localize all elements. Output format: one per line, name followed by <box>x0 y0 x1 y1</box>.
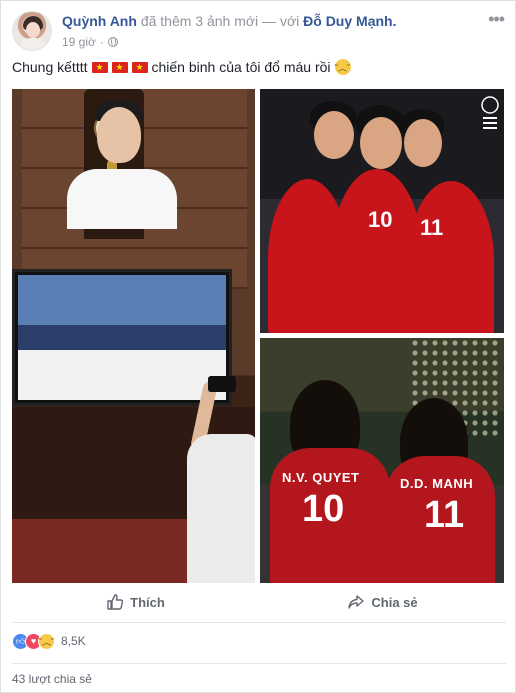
avatar-body <box>19 38 47 50</box>
television <box>12 269 232 406</box>
sad-reaction-icon: ˘︵˘ <box>38 632 55 650</box>
share-label: Chia sẻ <box>371 594 418 610</box>
tagged-user[interactable]: Đỗ Duy Mạnh. <box>303 13 396 29</box>
jersey-number: 11 <box>424 494 465 536</box>
player-right-head <box>404 119 442 167</box>
post-time[interactable]: 19 giờ <box>62 35 96 49</box>
vietnam-flag-icon: ★ <box>131 61 148 73</box>
tv-screen <box>18 275 226 400</box>
avatar-face <box>26 22 40 38</box>
meta-dot: · <box>99 35 104 49</box>
photo-players-celebrating[interactable]: 10 11 <box>260 89 504 333</box>
like-button[interactable]: Thích <box>12 587 259 617</box>
viewer <box>187 434 255 583</box>
reaction-count: 8,5K <box>61 634 86 648</box>
viewer-phone <box>208 376 236 392</box>
more-icon[interactable]: ••• <box>488 9 505 30</box>
divider <box>12 663 506 664</box>
photo-fans-jerseys[interactable]: N.V. QUYET 10 D.D. MANH 11 <box>260 338 504 583</box>
divider <box>12 622 506 623</box>
share-count[interactable]: 43 lượt chia sẻ <box>12 672 92 686</box>
action-bar: Thích Chia sẻ <box>12 587 506 617</box>
photo-tv-room[interactable] <box>12 89 255 583</box>
post-meta: 19 giờ · <box>62 35 118 49</box>
sad-emoji-icon: ˘︵˘ <box>334 59 351 75</box>
post-card: Quỳnh Anh đã thêm 3 ảnh mới — với Đỗ Duy… <box>0 0 516 693</box>
tv-player-face <box>97 107 141 163</box>
vietnam-flag-icon: ★ <box>111 61 128 73</box>
share-button[interactable]: Chia sẻ <box>259 587 506 617</box>
status-prefix: Chung kếtttt <box>12 59 88 75</box>
avatar[interactable] <box>12 11 52 51</box>
player-right <box>408 181 494 333</box>
post-status: Chung kếtttt ★ ★ ★ chiến binh của tôi đổ… <box>12 59 351 75</box>
jersey-number: 10 <box>302 488 345 530</box>
share-arrow-icon <box>348 595 365 609</box>
jersey-name: D.D. MANH <box>400 476 474 491</box>
like-label: Thích <box>130 594 165 610</box>
tournament-logo <box>480 95 500 139</box>
status-suffix: chiến binh của tôi đổ máu rồi <box>151 59 331 75</box>
reactions-summary[interactable]: 👍︎ ♥ ˘︵˘ 8,5K <box>12 631 86 651</box>
player-middle-head <box>360 117 402 169</box>
vietnam-flag-icon: ★ <box>91 61 108 73</box>
globe-icon[interactable] <box>107 37 118 47</box>
tv-player-shirt <box>67 169 177 229</box>
author-name[interactable]: Quỳnh Anh <box>62 13 137 29</box>
jersey-number: 11 <box>420 215 444 240</box>
jersey-number: 10 <box>368 207 393 232</box>
player-left-head <box>314 111 354 159</box>
tournament-logo-icon <box>481 96 499 129</box>
post-header: Quỳnh Anh đã thêm 3 ảnh mới — với Đỗ Duy… <box>12 9 506 53</box>
thumbs-up-icon <box>107 594 124 610</box>
action-text: đã thêm 3 ảnh mới — với <box>140 13 300 29</box>
photo-grid: 10 11 N.V. QUYET 10 D.D. MANH 11 <box>12 89 504 583</box>
jersey-name: N.V. QUYET <box>282 470 360 485</box>
post-title-line: Quỳnh Anh đã thêm 3 ảnh mới — với Đỗ Duy… <box>62 13 396 29</box>
